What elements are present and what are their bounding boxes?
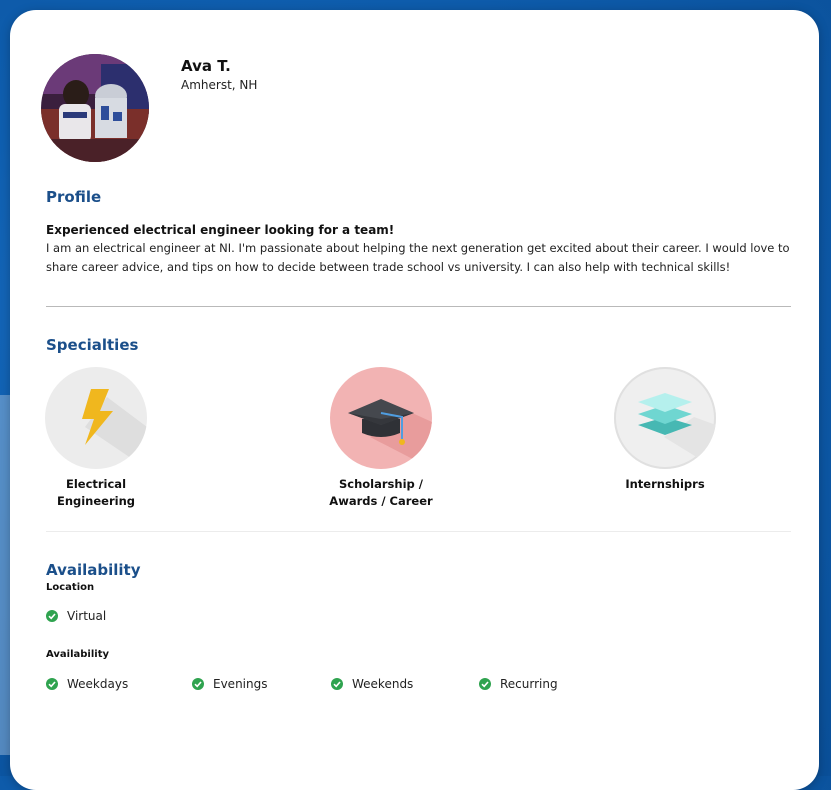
profile-bio: I am an electrical engineer at NI. I'm p… — [46, 241, 790, 274]
location-option-label: Virtual — [67, 609, 107, 623]
availability-option-label: Weekdays — [67, 677, 129, 691]
specialty-internships: Internshiprs — [585, 367, 745, 493]
availability-option-label: Evenings — [213, 677, 268, 691]
availability-option-weekends: Weekends — [331, 677, 413, 691]
section-divider — [46, 531, 791, 532]
check-circle-icon — [479, 678, 491, 690]
availability-label: Availability — [46, 649, 109, 660]
check-circle-icon — [192, 678, 204, 690]
graduation-cap-icon — [348, 399, 432, 469]
specialty-label-line2: Awards / Career — [329, 494, 433, 508]
specialty-electrical-engineering: Electrical Engineering — [16, 367, 176, 510]
availability-option-weekdays: Weekdays — [46, 677, 128, 691]
mentor-location: Amherst, NH — [181, 78, 258, 92]
availability-option-label: Recurring — [500, 677, 558, 691]
location-option-virtual: Virtual — [46, 609, 106, 623]
profile-headline: Experienced electrical engineer looking … — [46, 223, 395, 237]
specialties-section-title: Specialties — [46, 336, 139, 354]
avatar — [41, 54, 149, 162]
specialty-label-line1: Scholarship / — [339, 477, 423, 491]
specialty-label-line1: Internshiprs — [625, 477, 705, 491]
section-divider — [46, 306, 791, 307]
layers-stack-icon — [638, 393, 716, 469]
availability-option-label: Weekends — [352, 677, 414, 691]
mentor-name: Ava T. — [181, 57, 231, 75]
mentor-profile-card: Ava T. Amherst, NH Profile Experienced e… — [10, 10, 819, 790]
lightning-bolt-icon — [82, 389, 147, 469]
specialty-label-line2: Engineering — [56, 494, 136, 508]
profile-section-title: Profile — [46, 188, 102, 206]
specialty-scholarship-awards-career: Scholarship / Awards / Career — [301, 367, 461, 510]
check-circle-icon — [46, 610, 58, 622]
avatar-photo — [41, 54, 149, 162]
check-circle-icon — [331, 678, 343, 690]
specialty-label-line1: Electrical — [65, 477, 127, 491]
availability-option-recurring: Recurring — [479, 677, 558, 691]
specialty-icon-circle — [330, 367, 432, 469]
specialty-icon-circle — [45, 367, 147, 469]
location-label: Location — [46, 582, 95, 593]
availability-section-title: Availability — [46, 561, 141, 579]
specialty-icon-circle — [614, 367, 716, 469]
availability-option-evenings: Evenings — [192, 677, 267, 691]
check-circle-icon — [46, 678, 58, 690]
